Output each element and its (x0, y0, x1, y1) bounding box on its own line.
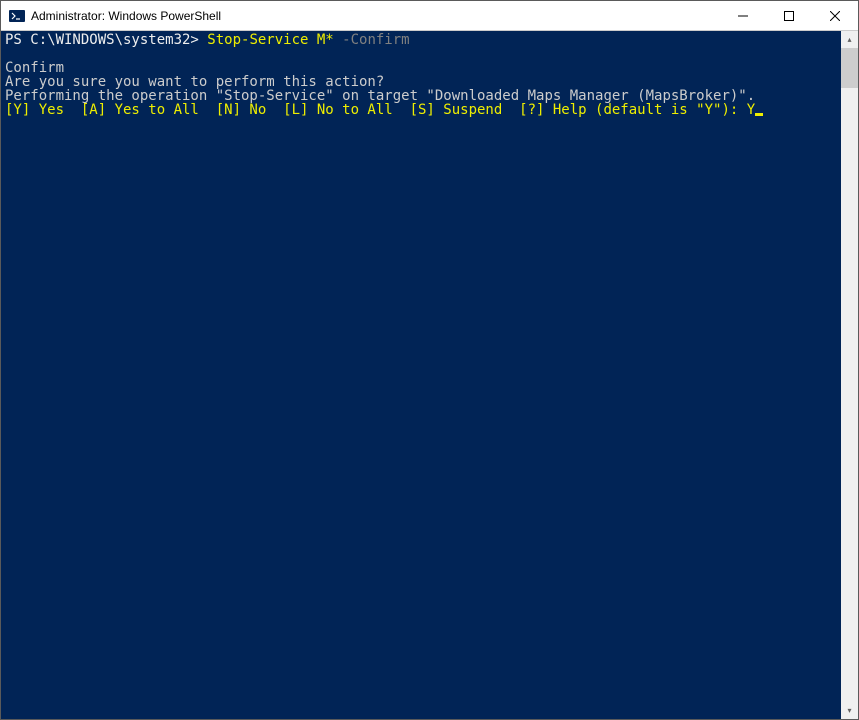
scrollbar-thumb[interactable] (841, 48, 858, 88)
powershell-window: Administrator: Windows PowerShell PS C:\… (0, 0, 859, 720)
user-input: Y (747, 102, 755, 118)
scroll-down-icon[interactable]: ▾ (841, 702, 858, 719)
scrollbar[interactable]: ▴ ▾ (841, 31, 858, 719)
confirm-choices: [Y] Yes [A] Yes to All [N] No [L] No to … (5, 102, 747, 118)
cursor (755, 113, 763, 116)
powershell-icon (9, 8, 25, 24)
minimize-button[interactable] (720, 1, 766, 30)
command-text: Stop-Service M* (207, 32, 342, 48)
prompt-prefix: PS C:\WINDOWS\system32> (5, 32, 207, 48)
maximize-button[interactable] (766, 1, 812, 30)
scroll-up-icon[interactable]: ▴ (841, 31, 858, 48)
title-bar[interactable]: Administrator: Windows PowerShell (1, 1, 858, 31)
terminal-area: PS C:\WINDOWS\system32> Stop-Service M* … (1, 31, 858, 719)
terminal[interactable]: PS C:\WINDOWS\system32> Stop-Service M* … (1, 31, 841, 719)
command-param: -Confirm (342, 32, 409, 48)
window-controls (720, 1, 858, 30)
window-title: Administrator: Windows PowerShell (31, 9, 720, 23)
close-button[interactable] (812, 1, 858, 30)
